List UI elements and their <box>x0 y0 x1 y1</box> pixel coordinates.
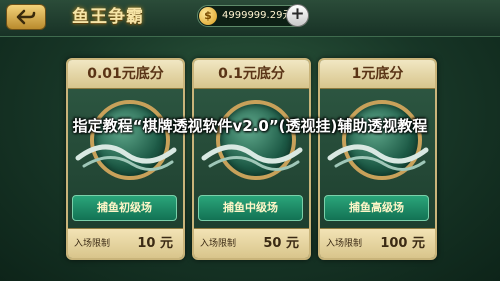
wave-icon <box>327 144 429 171</box>
entry-limit: 入场限制 10 元 <box>68 228 183 258</box>
room-card-intermediate[interactable]: 0.1元底分 捕鱼中级场 入场限制 50 元 <box>192 58 311 260</box>
wave-icon <box>201 144 303 171</box>
room-name: 捕鱼初级场 <box>72 195 177 221</box>
wave-icon <box>75 144 177 171</box>
top-bar: 鱼王争霸 $ 4999999.29元 + <box>0 0 500 37</box>
entry-limit-value: 100 元 <box>380 236 425 251</box>
entry-limit-value: 50 元 <box>263 236 299 251</box>
room-card-advanced[interactable]: 1元底分 捕鱼高级场 入场限制 100 元 <box>318 58 437 260</box>
back-button[interactable] <box>6 4 46 30</box>
room-card-beginner[interactable]: 0.01元底分 捕鱼初级场 入场限制 10 元 <box>66 58 185 260</box>
room-base-score: 1元底分 <box>320 60 435 89</box>
entry-limit: 入场限制 50 元 <box>194 228 309 258</box>
entry-limit-label: 入场限制 <box>326 239 363 249</box>
room-base-score: 0.1元底分 <box>194 60 309 89</box>
game-title: 鱼王争霸 <box>72 7 144 27</box>
room-base-score: 0.01元底分 <box>68 60 183 89</box>
room-name: 捕鱼中级场 <box>198 195 303 221</box>
add-coins-button[interactable]: + <box>286 4 309 27</box>
entry-limit-label: 入场限制 <box>200 239 237 249</box>
coin-amount: 4999999.29元 <box>222 10 293 21</box>
entry-limit-label: 入场限制 <box>74 239 111 249</box>
coin-icon: $ <box>199 7 217 25</box>
entry-limit: 入场限制 100 元 <box>320 228 435 258</box>
entry-limit-value: 10 元 <box>137 236 173 251</box>
overlay-caption: 指定教程“棋牌透视软件v2.0”(透视挂)辅助透视教程 <box>72 117 428 135</box>
back-arrow-icon <box>16 9 36 25</box>
room-name: 捕鱼高级场 <box>324 195 429 221</box>
